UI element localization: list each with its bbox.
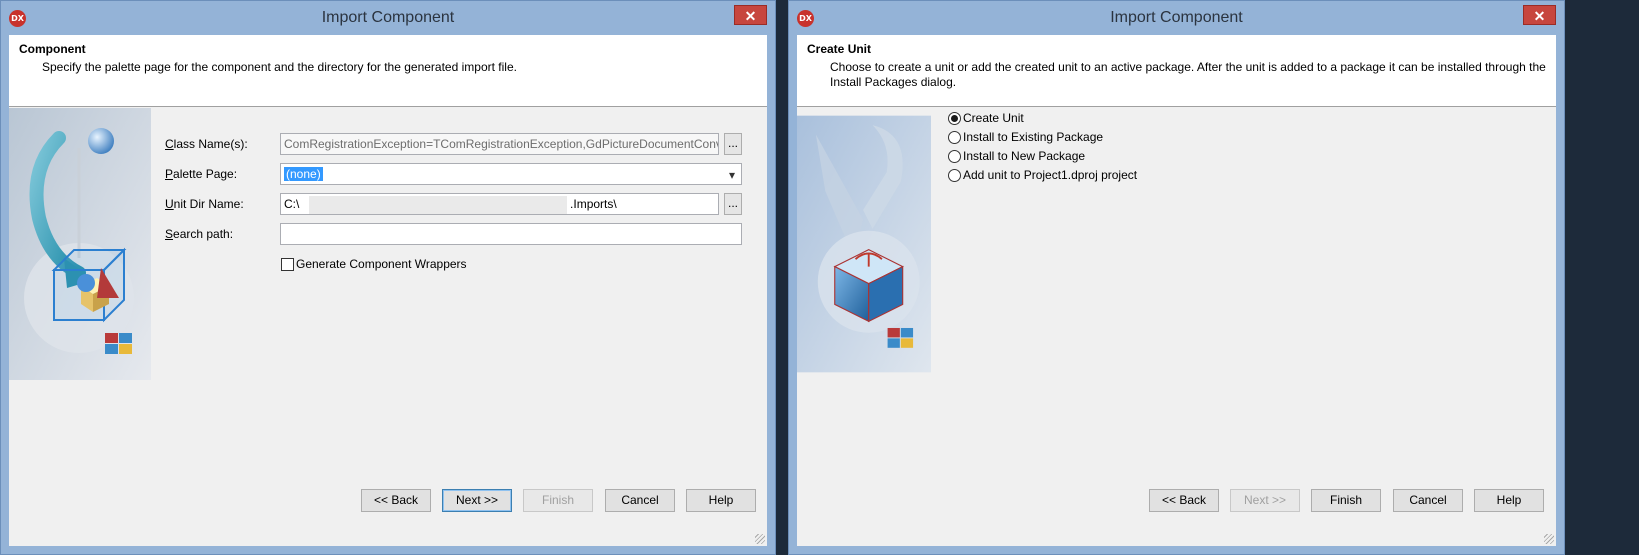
class-names-browse-button[interactable]: ... [724, 133, 742, 155]
palette-page-select[interactable]: (none) ▾ [280, 163, 742, 185]
add-unit-to-project-radio[interactable] [948, 169, 961, 182]
palette-page-selected-value: (none) [284, 167, 323, 181]
add-unit-to-project-label[interactable]: Add unit to Project1.dproj project [963, 168, 1137, 182]
back-button[interactable]: << Back [1149, 489, 1219, 512]
import-component-dialog-create-unit: DX Import Component ✕ Create Unit Choose… [788, 0, 1565, 555]
finish-button[interactable]: Finish [523, 489, 593, 512]
package-wizard-image [797, 115, 931, 373]
title-bar[interactable]: DX Import Component ✕ [1, 1, 775, 35]
chevron-down-icon[interactable]: ▾ [729, 165, 735, 184]
wizard-step-title: Component [19, 42, 86, 56]
generate-wrappers-checkbox[interactable] [281, 258, 294, 271]
class-names-field[interactable]: ComRegistrationException=TComRegistratio… [280, 133, 719, 155]
close-icon[interactable]: ✕ [734, 5, 767, 25]
cancel-button[interactable]: Cancel [1393, 489, 1463, 512]
title-bar[interactable]: DX Import Component ✕ [789, 1, 1564, 35]
class-names-label: Class Name(s): [165, 137, 248, 151]
palette-page-label: Palette Page: [165, 167, 238, 181]
create-unit-radio[interactable] [948, 112, 961, 125]
install-existing-package-radio[interactable] [948, 131, 961, 144]
finish-button[interactable]: Finish [1311, 489, 1381, 512]
window-title: Import Component [1110, 9, 1243, 26]
unit-dir-label: Unit Dir Name: [165, 197, 244, 211]
wizard-header: Create Unit Choose to create a unit or a… [797, 35, 1556, 107]
redacted-path [308, 195, 567, 214]
back-button[interactable]: << Back [361, 489, 431, 512]
wizard-step-description: Specify the palette page for the compone… [42, 60, 517, 74]
next-button[interactable]: Next >> [1230, 489, 1300, 512]
help-button[interactable]: Help [1474, 489, 1544, 512]
search-path-field[interactable] [280, 223, 742, 245]
install-existing-package-label[interactable]: Install to Existing Package [963, 130, 1103, 144]
wizard-step-description: Choose to create a unit or add the creat… [830, 60, 1546, 90]
cancel-button[interactable]: Cancel [605, 489, 675, 512]
wizard-header: Component Specify the palette page for t… [9, 35, 767, 107]
window-title: Import Component [321, 9, 455, 26]
unit-dir-field[interactable]: C:\ .Imports\ [280, 193, 719, 215]
description-line-1: Choose to create a unit or add the creat… [830, 60, 1546, 74]
dialog-client-area: Component Specify the palette page for t… [9, 35, 767, 546]
search-path-label: Search path: [165, 227, 234, 241]
unit-dir-suffix: .Imports\ [570, 197, 617, 211]
unit-dir-browse-button[interactable]: ... [724, 193, 742, 215]
close-icon[interactable]: ✕ [1523, 5, 1556, 25]
next-button[interactable]: Next >> [442, 489, 512, 512]
create-unit-label[interactable]: Create Unit [963, 111, 1024, 125]
description-line-2: Install Packages dialog. [830, 75, 957, 89]
unit-dir-prefix: C:\ [284, 197, 300, 211]
help-button[interactable]: Help [686, 489, 756, 512]
dialog-client-area: Create Unit Choose to create a unit or a… [797, 35, 1556, 546]
import-component-dialog-component: DX Import Component ✕ Component Specify … [0, 0, 776, 555]
generate-wrappers-label[interactable]: Generate Component Wrappers [296, 257, 467, 271]
component-wizard-image [9, 108, 151, 380]
wizard-step-title: Create Unit [807, 42, 872, 56]
resize-grip[interactable] [755, 534, 765, 544]
install-new-package-radio[interactable] [948, 150, 961, 163]
resize-grip[interactable] [1544, 534, 1554, 544]
install-new-package-label[interactable]: Install to New Package [963, 149, 1085, 163]
